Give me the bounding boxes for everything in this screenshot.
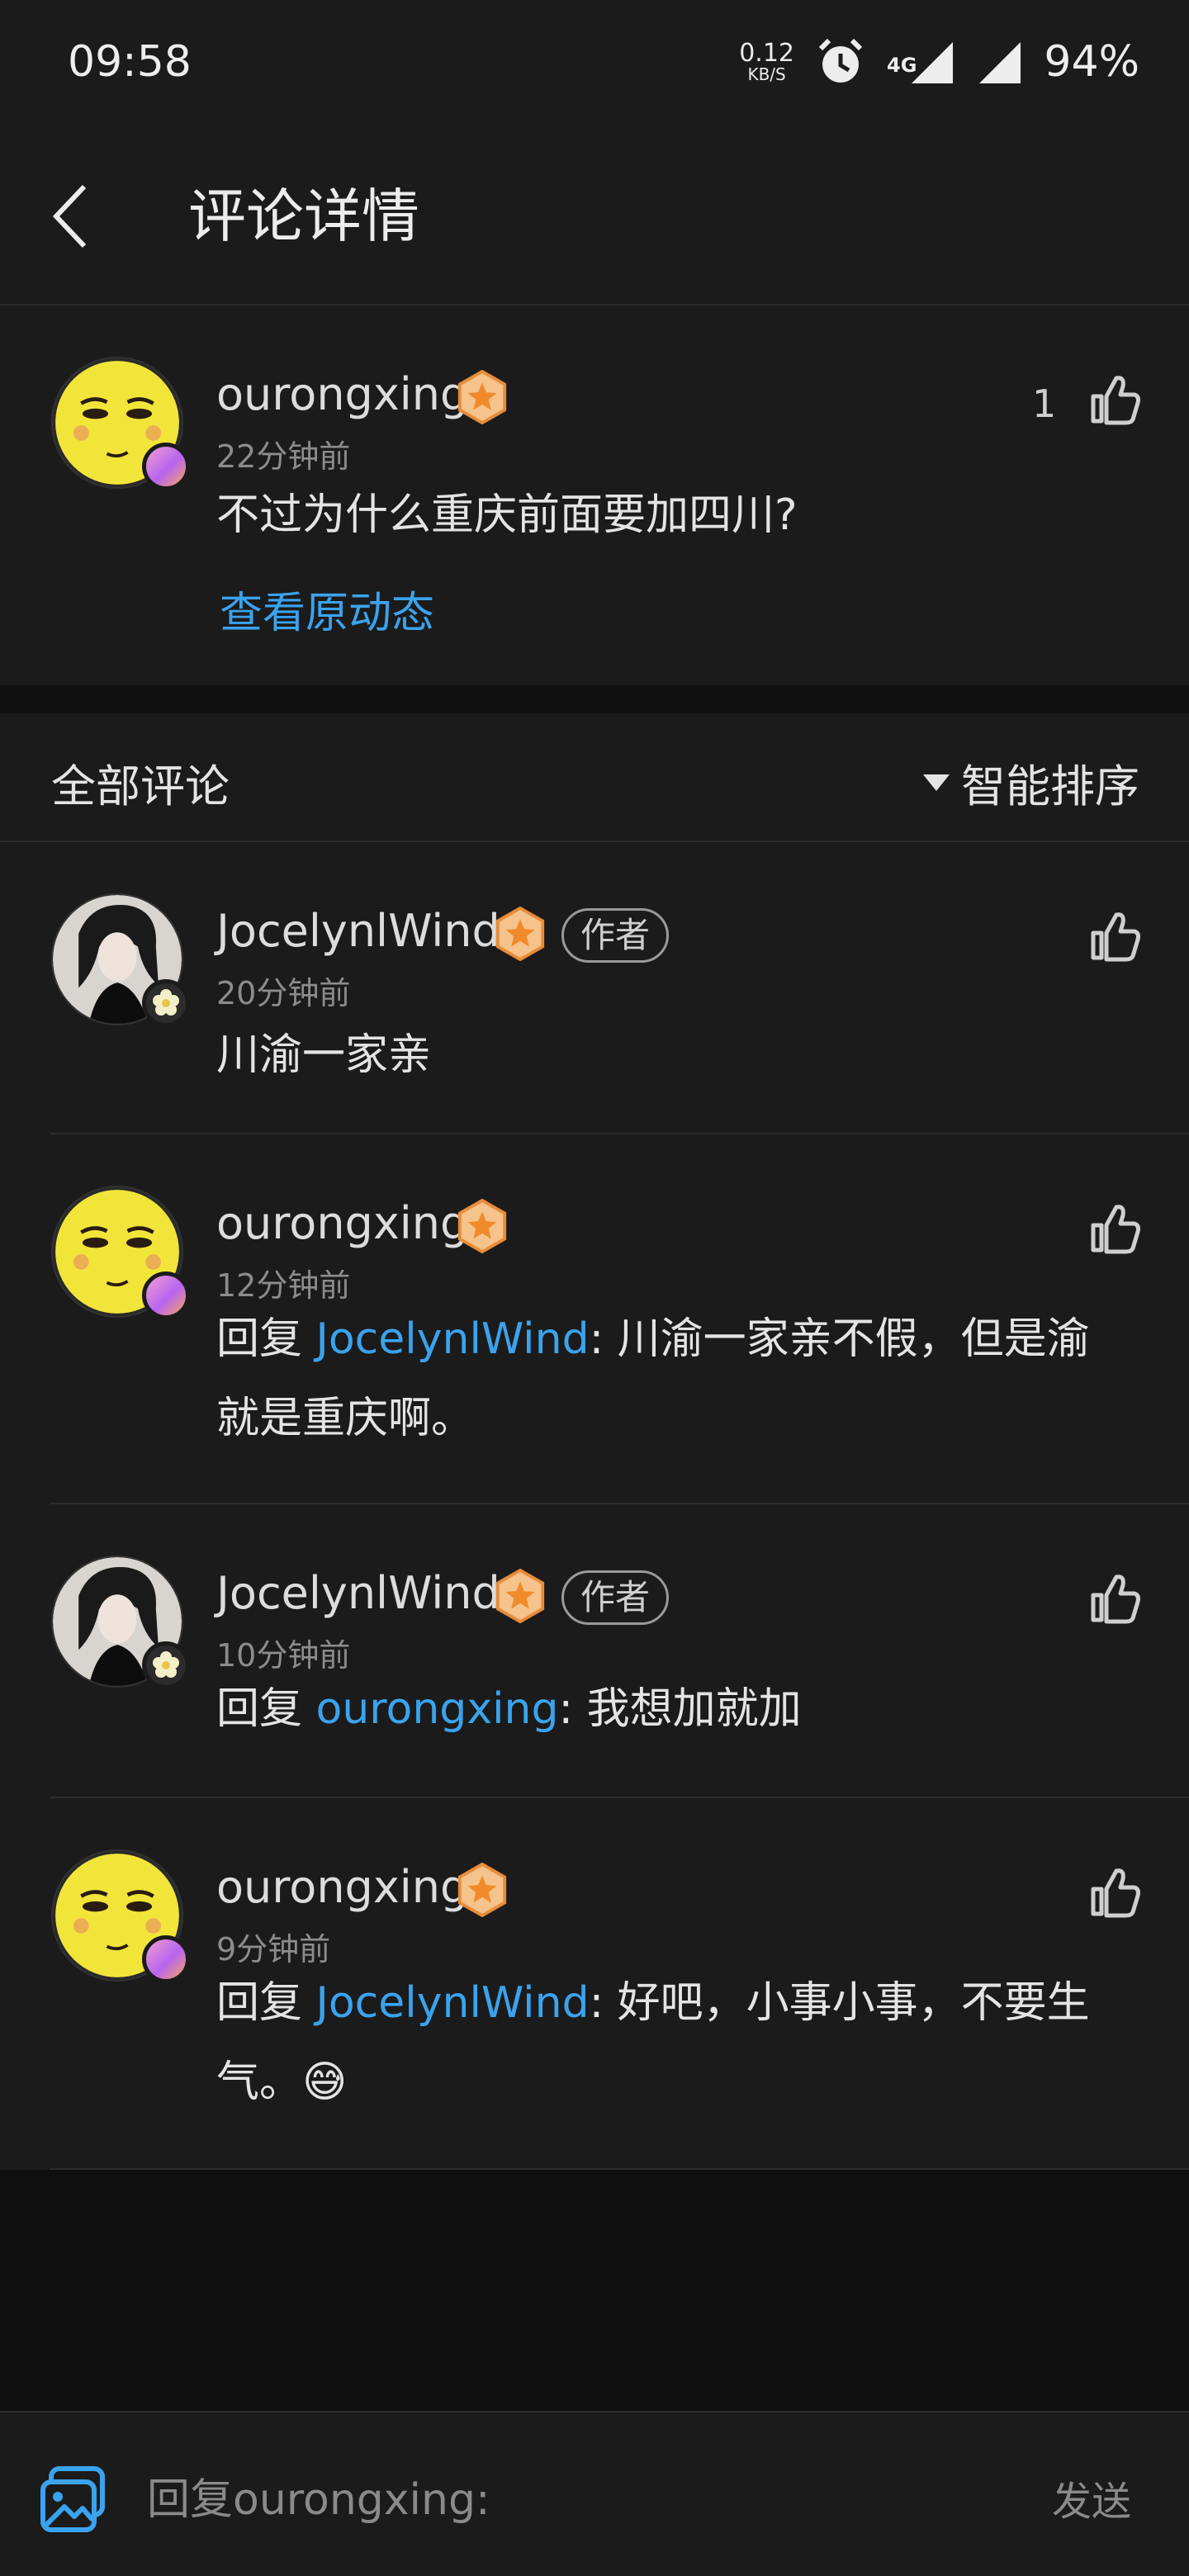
original-comment: ourongxing 1 22分钟前 不过为什么重庆前面要加四川? 查看原动态 — [0, 305, 1189, 685]
comment-text: 回复 JocelynlWind: 好吧，小事小事，不要生 气。😅 — [216, 1963, 1174, 2122]
vip-badge-icon — [142, 1935, 190, 1983]
flower-badge-icon — [142, 1641, 190, 1689]
reply-text-continued: 就是重庆啊。 — [216, 1394, 475, 1443]
avatar[interactable] — [51, 357, 190, 490]
comment-time: 22分钟前 — [216, 438, 351, 475]
comment-time: 12分钟前 — [216, 1267, 351, 1304]
image-picker-icon[interactable] — [36, 2462, 111, 2536]
comment-text: 川渝一家亲 — [216, 1030, 432, 1080]
mention-link[interactable]: JocelynlWind — [316, 1314, 590, 1364]
send-button[interactable]: 发送 — [1052, 2469, 1131, 2526]
username[interactable]: JocelynlWind — [216, 905, 500, 957]
comment-time: 9分钟前 — [216, 1931, 331, 1968]
reply-prefix: 回复 — [216, 1314, 316, 1364]
avatar[interactable] — [51, 1849, 190, 1983]
list-item: ourongxing 12分钟前 回复 JocelynlWind: 川渝一家亲不… — [0, 1134, 1189, 1504]
alarm-icon — [818, 38, 863, 83]
back-button[interactable] — [50, 175, 107, 258]
signal-icon — [979, 42, 1021, 83]
reply-text: : 川渝一家亲不假，但是渝 — [589, 1314, 1090, 1364]
reply-bar: 发送 — [0, 2411, 1189, 2576]
username[interactable]: ourongxing — [216, 368, 468, 420]
reply-input[interactable] — [145, 2462, 991, 2538]
level-badge-icon — [457, 370, 507, 424]
vip-badge-icon — [142, 443, 190, 490]
reply-text: : 我想加就加 — [558, 1684, 802, 1734]
like-icon[interactable] — [1083, 1570, 1141, 1628]
chevron-left-icon — [52, 184, 87, 249]
caret-down-icon — [923, 774, 950, 791]
comment-time: 20分钟前 — [216, 975, 351, 1011]
comment-text: 回复 JocelynlWind: 川渝一家亲不假，但是渝 就是重庆啊。 — [216, 1300, 1174, 1458]
signal-4g-icon — [912, 42, 954, 83]
level-badge-icon — [457, 1199, 507, 1253]
list-item: JocelynlWind 作者 20分钟前 川渝一家亲 — [0, 842, 1189, 1134]
page-title: 评论详情 — [188, 182, 419, 250]
level-badge-icon — [495, 1569, 545, 1623]
comment-text: 回复 ourongxing: 我想加就加 — [216, 1669, 1174, 1749]
comments-section-header: 全部评论 智能排序 — [0, 713, 1189, 842]
mention-link[interactable]: ourongxing — [316, 1684, 559, 1734]
username[interactable]: ourongxing — [216, 1197, 468, 1249]
like-icon[interactable] — [1083, 1864, 1141, 1922]
list-item: ourongxing 9分钟前 回复 JocelynlWind: 好吧，小事小事… — [0, 1798, 1189, 2170]
vip-badge-icon — [142, 1271, 190, 1319]
level-badge-icon — [457, 1863, 507, 1917]
avatar[interactable] — [51, 893, 190, 1027]
username[interactable]: JocelynlWind — [216, 1567, 500, 1619]
author-tag: 作者 — [561, 908, 670, 963]
net-speed-value: 0.12 — [739, 39, 795, 68]
reply-prefix: 回复 — [216, 1684, 316, 1734]
flower-badge-icon — [142, 979, 190, 1027]
username[interactable]: ourongxing — [216, 1861, 468, 1913]
divider — [50, 2168, 1189, 2170]
all-comments-label: 全部评论 — [51, 760, 230, 812]
status-icons: 0.12 KB/S 4G 94% — [739, 37, 1139, 87]
top-bar: 评论详情 — [0, 124, 1189, 305]
avatar[interactable] — [51, 1556, 190, 1689]
comment-time: 10分钟前 — [216, 1637, 351, 1674]
battery-level: 94% — [1044, 37, 1139, 87]
reply-prefix: 回复 — [216, 1978, 316, 2028]
comment-text: 不过为什么重庆前面要加四川? — [216, 490, 798, 540]
sort-dropdown[interactable]: 智能排序 — [923, 750, 1139, 815]
net-speed-unit: KB/S — [747, 64, 786, 84]
list-item: JocelynlWind 作者 10分钟前 回复 ourongxing: 我想加… — [0, 1504, 1189, 1798]
reply-text-continued: 气。😅 — [216, 2057, 348, 2107]
like-icon[interactable] — [1083, 908, 1141, 966]
status-bar: 09:58 0.12 KB/S 4G 94% — [0, 0, 1189, 124]
author-tag: 作者 — [561, 1570, 670, 1625]
comment-list: JocelynlWind 作者 20分钟前 川渝一家亲 ourongxing 1… — [0, 842, 1189, 2170]
net-speed: 0.12 KB/S — [739, 41, 794, 83]
like-icon[interactable] — [1083, 1200, 1141, 1258]
reply-text: : 好吧，小事小事，不要生 — [589, 1978, 1090, 2028]
avatar[interactable] — [51, 1186, 190, 1319]
view-original-post-link[interactable]: 查看原动态 — [220, 578, 434, 640]
status-time: 09:58 — [68, 37, 192, 87]
level-badge-icon — [495, 907, 545, 961]
like-icon[interactable] — [1083, 372, 1141, 429]
sort-label: 智能排序 — [961, 760, 1139, 812]
mention-link[interactable]: JocelynlWind — [316, 1978, 590, 2028]
like-count: 1 — [1032, 381, 1057, 426]
